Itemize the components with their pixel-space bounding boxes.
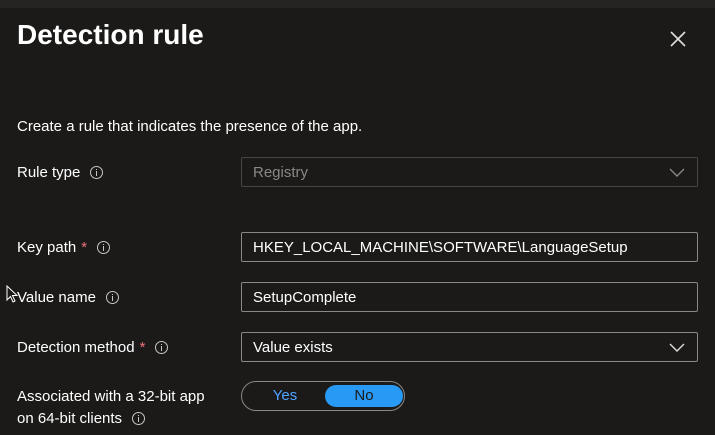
info-icon[interactable] [97,241,111,254]
info-icon[interactable] [132,412,146,425]
key-path-input[interactable]: HKEY_LOCAL_MACHINE\SOFTWARE\LanguageSetu… [241,232,698,262]
info-icon[interactable] [155,341,169,354]
associated-32bit-label-line2: on 64-bit clients [17,410,123,427]
rule-type-label: Rule type [17,164,81,181]
close-icon [670,31,686,47]
detection-method-dropdown[interactable]: Value exists [241,332,698,362]
key-path-value: HKEY_LOCAL_MACHINE\SOFTWARE\LanguageSetu… [253,238,628,256]
toggle-option-yes[interactable]: Yes [246,385,324,407]
info-icon[interactable] [105,291,119,304]
associated-32bit-label-group: on 64-bit clients [17,410,146,427]
value-name-label: Value name [17,289,96,306]
chevron-down-icon [669,168,685,177]
associated-32bit-toggle[interactable]: Yes No [241,381,405,411]
detection-method-label: Detection method [17,339,135,356]
info-icon[interactable] [90,166,104,179]
required-indicator: * [139,339,146,356]
rule-type-value: Registry [253,163,309,181]
key-path-label-group: Key path * [17,239,111,256]
close-button[interactable] [666,27,690,51]
mouse-pointer-icon [6,285,18,303]
detection-method-value: Value exists [253,338,333,356]
value-name-input[interactable]: SetupComplete [241,282,698,312]
required-indicator: * [81,239,88,256]
value-name-value: SetupComplete [253,288,357,306]
value-name-label-group: Value name [17,289,119,306]
key-path-label: Key path [17,239,77,256]
panel-title: Detection rule [17,19,204,50]
associated-32bit-label-line1: Associated with a 32-bit app [17,388,205,405]
top-strip [0,0,715,8]
rule-type-dropdown: Registry [241,157,698,187]
chevron-down-icon [669,343,685,352]
panel-description: Create a rule that indicates the presenc… [17,118,363,135]
rule-type-label-group: Rule type [17,164,104,181]
toggle-option-no[interactable]: No [325,385,403,407]
detection-method-label-group: Detection method * [17,339,169,356]
